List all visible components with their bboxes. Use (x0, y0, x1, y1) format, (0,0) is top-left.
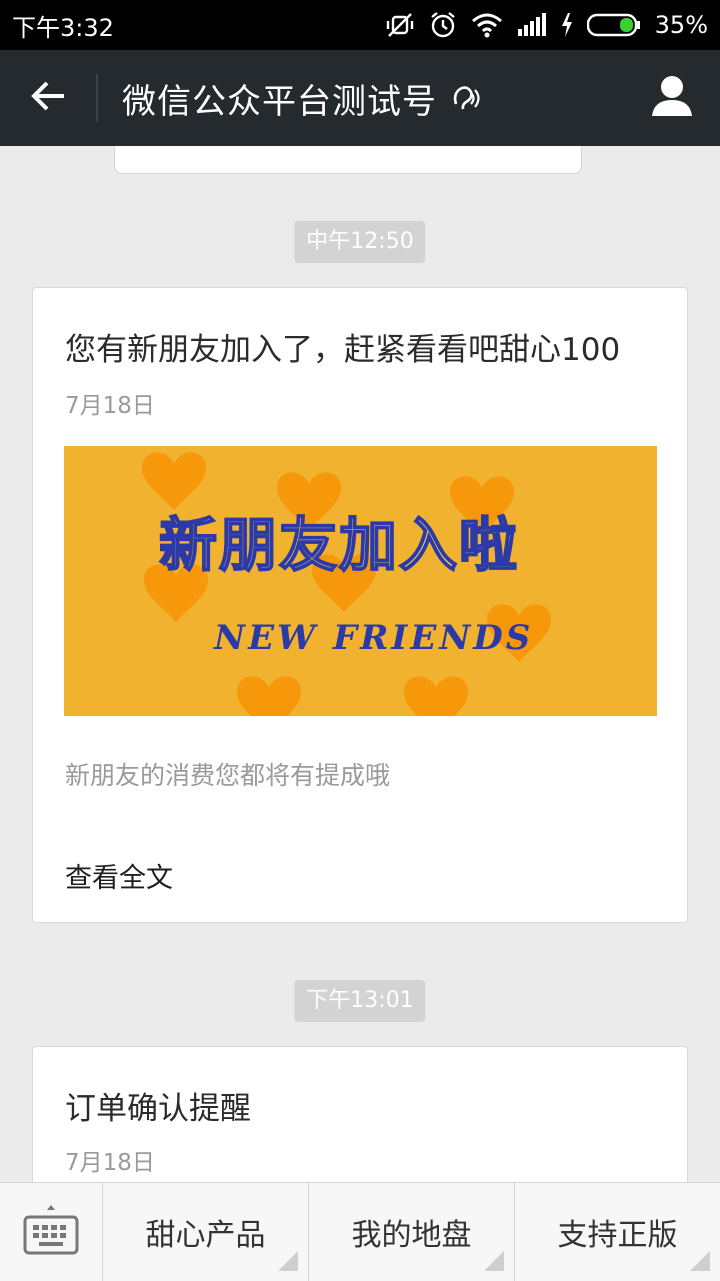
article-cover-image[interactable]: 新朋友加入啦 NEW FRIENDS (64, 446, 657, 716)
menu-item-support-genuine[interactable]: 支持正版 (515, 1183, 720, 1281)
submenu-indicator-icon (690, 1251, 710, 1271)
menu-item-my-territory[interactable]: 我的地盘 (309, 1183, 515, 1281)
status-bar: 下午3:32 35% (0, 0, 720, 50)
previous-message-card[interactable] (114, 146, 582, 174)
battery-icon (586, 13, 641, 37)
banner-headline: 新朋友加入啦 (158, 510, 520, 580)
keyboard-icon (23, 1205, 79, 1259)
profile-icon (650, 74, 694, 122)
banner-subline: NEW FRIENDS (214, 618, 534, 658)
back-arrow-icon (30, 80, 66, 116)
title-bar: 微信公众平台测试号 (0, 50, 720, 146)
menu-item-label: 支持正版 (557, 1218, 678, 1253)
wifi-icon (471, 12, 503, 38)
battery-level: 35% (654, 11, 708, 39)
message-time: 中午12:50 (294, 221, 426, 263)
article-title: 订单确认提醒 (65, 1091, 251, 1127)
article-title: 您有新朋友加入了，赶紧看看吧甜心100 (65, 332, 621, 368)
alarm-icon (429, 11, 457, 39)
read-more-link[interactable]: 查看全文 (65, 856, 173, 895)
status-time: 下午3:32 (12, 13, 114, 42)
silent-icon (385, 11, 415, 39)
article-description: 新朋友的消费您都将有提成哦 (65, 761, 391, 790)
chat-area[interactable]: 中午12:50 您有新朋友加入了，赶紧看看吧甜心100 7月18日 新朋友加入啦… (0, 146, 720, 1182)
profile-button[interactable] (624, 50, 720, 146)
status-icons: 35% (385, 11, 708, 39)
signal-icon (517, 13, 547, 37)
charging-icon (561, 13, 573, 37)
menu-item-label: 甜心产品 (145, 1218, 266, 1253)
custom-menu-bar: 甜心产品 我的地盘 支持正版 (0, 1182, 720, 1281)
article-date: 7月18日 (65, 1150, 155, 1176)
keyboard-toggle-button[interactable] (0, 1183, 103, 1281)
title-divider (96, 74, 98, 122)
message-time: 下午13:01 (294, 980, 426, 1022)
back-button[interactable] (0, 50, 96, 146)
article-card[interactable]: 您有新朋友加入了，赶紧看看吧甜心100 7月18日 新朋友加入啦 NEW FRI… (32, 287, 688, 923)
earpiece-icon (451, 84, 481, 112)
page-title: 微信公众平台测试号 (122, 81, 437, 122)
article-card[interactable]: 订单确认提醒 7月18日 (32, 1046, 688, 1182)
menu-item-sweetheart-products[interactable]: 甜心产品 (103, 1183, 309, 1281)
submenu-indicator-icon (278, 1251, 298, 1271)
submenu-indicator-icon (484, 1251, 504, 1271)
menu-item-label: 我的地盘 (351, 1218, 472, 1253)
article-date: 7月18日 (65, 393, 155, 419)
